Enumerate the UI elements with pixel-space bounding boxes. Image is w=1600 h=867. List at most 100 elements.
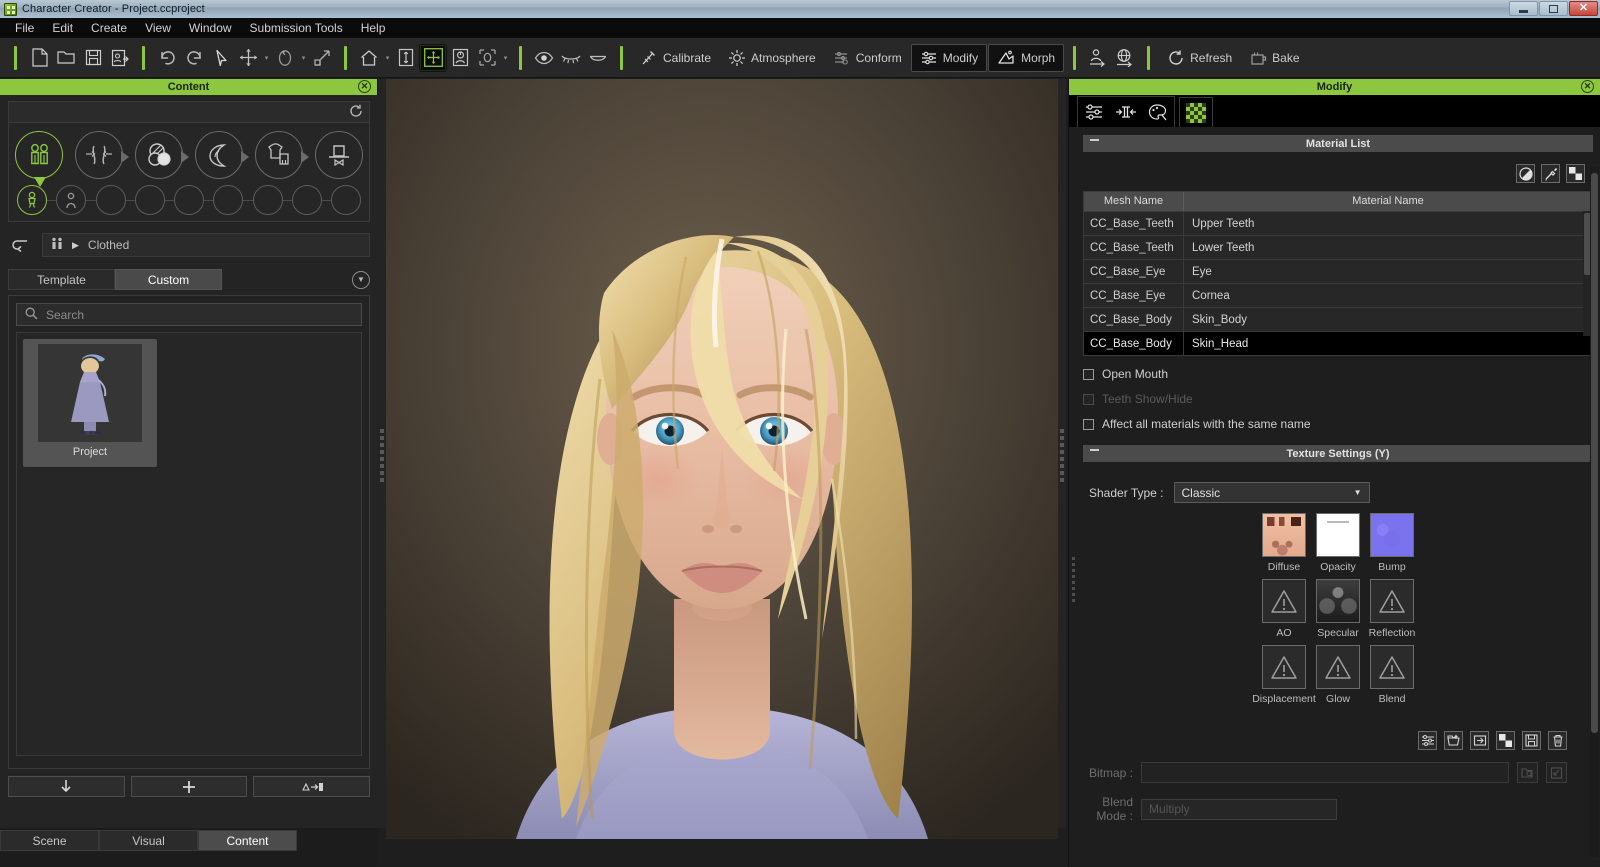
close-button[interactable]: ✕	[1569, 1, 1598, 16]
table-row[interactable]: CC_Base_Eye Eye	[1084, 259, 1592, 283]
texture-preview[interactable]	[1370, 513, 1414, 557]
save-texture-icon[interactable]	[1522, 731, 1541, 750]
chevron-down-icon[interactable]: ▼	[352, 270, 370, 289]
browse-bitmap-icon[interactable]	[1517, 762, 1538, 783]
right-splitter[interactable]	[1058, 79, 1066, 828]
add-to-slot-icon[interactable]	[1470, 731, 1489, 750]
bottom-tab-scene[interactable]: Scene	[0, 830, 99, 851]
atmosphere-button[interactable]: Atmosphere	[720, 44, 824, 72]
move-dropdown-caret[interactable]: ▾	[262, 45, 271, 71]
dot-nude[interactable]	[56, 185, 87, 215]
texture-slot-bump[interactable]: Bump	[1369, 513, 1415, 579]
modify-panel-scrollbar[interactable]	[1590, 167, 1599, 857]
texture-slot-glow[interactable]: Glow	[1315, 645, 1361, 711]
table-row[interactable]: CC_Base_Body Skin_Body	[1084, 307, 1592, 331]
minimize-button[interactable]	[1509, 1, 1538, 16]
reload-icon[interactable]	[349, 104, 363, 121]
tab-template[interactable]: Template	[8, 269, 115, 290]
table-row-selected[interactable]: CC_Base_Body Skin_Head	[1084, 331, 1592, 355]
maximize-button[interactable]	[1539, 1, 1568, 16]
eyelash-icon[interactable]	[558, 45, 584, 71]
bubble-character[interactable]	[15, 131, 63, 187]
open-folder-icon[interactable]	[53, 45, 79, 71]
scale-icon[interactable]	[309, 45, 335, 71]
checkbox-open-mouth[interactable]: Open Mouth	[1083, 367, 1593, 381]
home-dropdown-caret[interactable]: ▾	[383, 45, 392, 71]
add-button[interactable]	[130, 776, 248, 797]
person-export-icon[interactable]	[1085, 45, 1111, 71]
list-item[interactable]: Project	[23, 339, 157, 467]
texture-slot-reflection[interactable]: Reflection	[1369, 579, 1415, 645]
menu-item-edit[interactable]: Edit	[43, 19, 82, 37]
calibrate-button[interactable]: Calibrate	[632, 44, 719, 72]
eye-icon[interactable]	[531, 45, 557, 71]
save-icon[interactable]	[80, 45, 106, 71]
dot-9[interactable]	[331, 185, 361, 215]
menu-item-view[interactable]: View	[136, 19, 180, 37]
save-as-icon[interactable]	[107, 45, 133, 71]
table-row[interactable]: CC_Base_Teeth Lower Teeth	[1084, 235, 1592, 259]
menu-item-window[interactable]: Window	[180, 19, 241, 37]
back-arrow-icon[interactable]	[8, 234, 32, 256]
tab-material[interactable]	[1179, 97, 1213, 127]
bubble-cloth[interactable]	[255, 131, 309, 179]
collapse-minus-icon[interactable]	[1090, 449, 1099, 451]
bubble-skin[interactable]	[135, 131, 189, 179]
texture-preview[interactable]	[1370, 579, 1414, 623]
texture-slot-ao[interactable]: AO	[1261, 579, 1307, 645]
table-row[interactable]: CC_Base_Eye Cornea	[1084, 283, 1592, 307]
opacity-circle-icon[interactable]	[1516, 164, 1535, 183]
table-row[interactable]: CC_Base_Teeth Upper Teeth	[1084, 211, 1592, 235]
dot-7[interactable]	[252, 185, 283, 215]
pose-icon[interactable]	[447, 45, 473, 71]
close-icon[interactable]: ✕	[1581, 80, 1594, 93]
menu-item-file[interactable]: File	[6, 19, 43, 37]
texture-slot-blend[interactable]: Blend	[1369, 645, 1415, 711]
dot-6[interactable]	[213, 185, 244, 215]
shader-type-dropdown[interactable]: Classic ▼	[1173, 482, 1370, 503]
dot-3[interactable]	[95, 185, 126, 215]
bitmap-field[interactable]	[1141, 762, 1509, 783]
morph-button[interactable]: Morph	[988, 43, 1065, 72]
tab-custom[interactable]: Custom	[115, 269, 222, 290]
download-button[interactable]	[8, 776, 125, 797]
texture-slot-displacement[interactable]: Displacement	[1252, 645, 1316, 711]
height-adjust-icon[interactable]	[393, 45, 419, 71]
checkbox-box[interactable]	[1083, 418, 1094, 430]
eyedropper-icon[interactable]	[1541, 164, 1560, 183]
bake-button[interactable]: Bake	[1241, 44, 1307, 72]
load-texture-icon[interactable]	[1444, 731, 1463, 750]
delete-texture-icon[interactable]	[1548, 731, 1567, 750]
tab-appearance[interactable]	[1142, 97, 1174, 127]
globe-export-icon[interactable]	[1112, 45, 1138, 71]
texture-preview[interactable]	[1370, 645, 1414, 689]
menu-item-submission-tools[interactable]: Submission Tools	[241, 19, 352, 37]
bounding-box-dropdown-caret[interactable]: ▾	[501, 45, 510, 71]
modify-button[interactable]: Modify	[910, 43, 988, 72]
texture-preview[interactable]	[1316, 579, 1360, 623]
search-input[interactable]: Search	[16, 303, 362, 326]
rotate-dropdown-caret[interactable]: ▾	[299, 45, 308, 71]
apply-button[interactable]	[253, 776, 371, 797]
new-file-icon[interactable]	[26, 45, 52, 71]
3d-viewport[interactable]	[386, 79, 1058, 839]
refresh-button[interactable]: Refresh	[1159, 44, 1240, 72]
select-arrow-icon[interactable]	[208, 45, 234, 71]
blend-mode-dropdown[interactable]: Multiply	[1141, 798, 1337, 820]
tab-attribute[interactable]	[1078, 97, 1110, 127]
material-list-header[interactable]: Material List	[1083, 135, 1593, 152]
collapse-minus-icon[interactable]	[1090, 139, 1099, 141]
move-icon[interactable]	[235, 45, 261, 71]
breadcrumb[interactable]: ▶ Clothed	[42, 233, 370, 257]
dot-4[interactable]	[134, 185, 165, 215]
texture-slot-diffuse[interactable]: Diffuse	[1261, 513, 1307, 579]
bubble-accessory[interactable]	[315, 131, 363, 179]
checker-swatch-icon[interactable]	[1566, 164, 1585, 183]
conform-button[interactable]: Conform	[825, 44, 910, 72]
checker-icon[interactable]	[1496, 731, 1515, 750]
redo-icon[interactable]	[181, 45, 207, 71]
texture-preview[interactable]	[1262, 579, 1306, 623]
home-view-icon[interactable]	[356, 45, 382, 71]
undo-icon[interactable]	[154, 45, 180, 71]
dot-5[interactable]	[174, 185, 204, 215]
